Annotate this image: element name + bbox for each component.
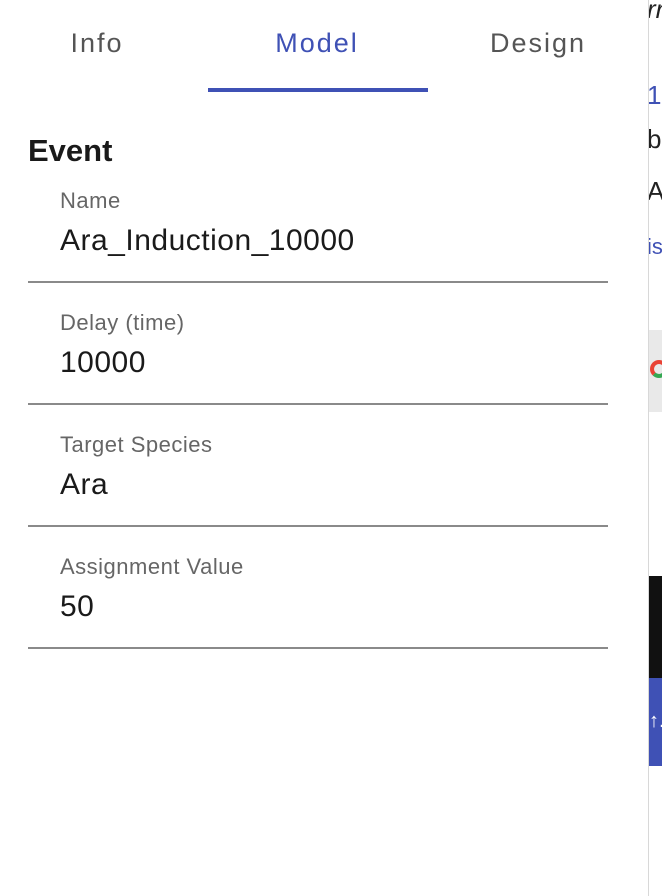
background-text-fragment: Ar	[649, 176, 662, 207]
event-editor-panel: Info Model Design Event Name Ara_Inducti…	[0, 0, 648, 896]
background-link-fragment: is	[649, 234, 662, 259]
background-window-edge: rr 10 be Ar is ↑.	[648, 0, 662, 896]
assignment-value-field[interactable]: Assignment Value 50	[28, 526, 608, 649]
background-arrow-fragment: ↑.	[649, 710, 662, 732]
background-dark-block	[649, 576, 662, 678]
assignment-value-field-label: Assignment Value	[60, 554, 244, 579]
delay-field[interactable]: Delay (time) 10000	[28, 282, 608, 405]
delay-field-label: Delay (time)	[60, 310, 185, 335]
name-field-label: Name	[60, 188, 121, 213]
background-text-fragment: rr	[649, 0, 662, 25]
background-text-fragment: be	[648, 124, 662, 154]
target-species-field[interactable]: Target Species Ara	[28, 404, 608, 527]
delay-field-value[interactable]: 10000	[60, 346, 146, 380]
tab-info[interactable]: Info	[0, 28, 207, 64]
target-species-field-value[interactable]: Ara	[60, 468, 108, 502]
tab-bar: Info Model Design	[0, 0, 648, 92]
tab-model[interactable]: Model	[207, 28, 427, 64]
target-species-field-label: Target Species	[60, 432, 213, 457]
app-window: Info Model Design Event Name Ara_Inducti…	[0, 0, 662, 896]
name-field[interactable]: Name Ara_Induction_10000	[28, 160, 608, 283]
active-tab-indicator	[208, 88, 428, 92]
assignment-value-field-underline	[28, 647, 608, 649]
background-link-fragment: 10	[648, 80, 662, 110]
google-logo-icon	[650, 360, 662, 378]
name-field-value[interactable]: Ara_Induction_10000	[60, 224, 355, 258]
tab-design[interactable]: Design	[428, 28, 648, 64]
assignment-value-field-value[interactable]: 50	[60, 590, 94, 624]
